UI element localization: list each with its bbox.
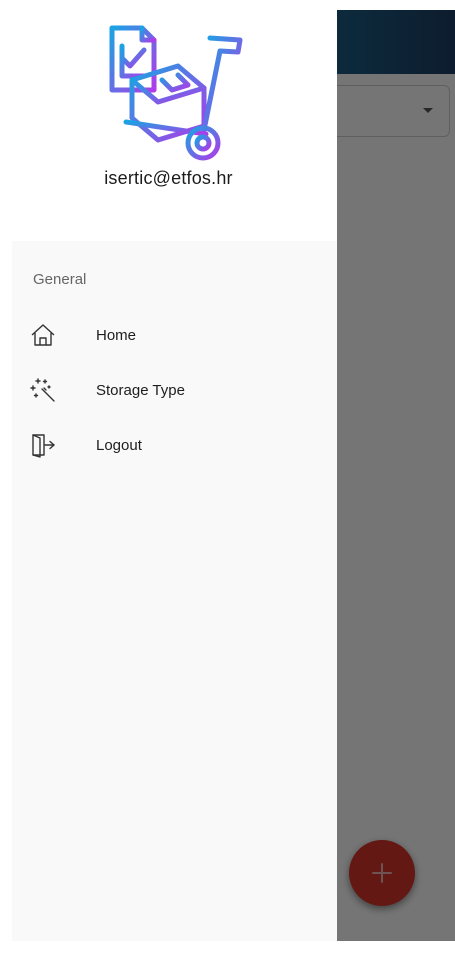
status-strip: [337, 0, 455, 10]
drawer-scrim[interactable]: [337, 0, 455, 954]
nav-label-logout: Logout: [96, 436, 142, 454]
nav-label-storage-type: Storage Type: [96, 381, 185, 399]
logout-icon: [30, 432, 56, 458]
magic-wand-icon: [30, 377, 56, 403]
nav-item-logout[interactable]: Logout: [12, 421, 337, 469]
drawer-menu: General Home Storage Type Logout: [12, 241, 337, 941]
nav-item-home[interactable]: Home: [12, 311, 337, 359]
navigation-drawer: isertic@etfos.hr General Home Storage Ty…: [0, 0, 337, 954]
home-icon: [30, 322, 56, 348]
hand-truck-logo-icon: [109, 25, 243, 161]
account-email: isertic@etfos.hr: [104, 168, 233, 188]
drawer-header: isertic@etfos.hr: [0, 0, 337, 241]
nav-item-storage-type[interactable]: Storage Type: [12, 366, 337, 414]
section-label-general: General: [33, 271, 87, 288]
nav-label-home: Home: [96, 326, 137, 344]
bottom-strip: [0, 941, 455, 954]
